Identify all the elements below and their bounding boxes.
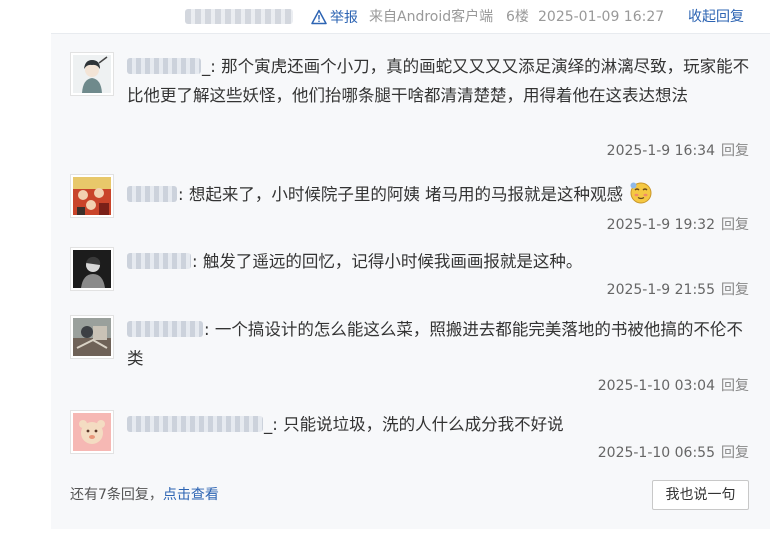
reply-time: 2025-1-9 16:34 [606, 143, 715, 159]
write-reply-button[interactable]: 我也说一句 [652, 480, 749, 510]
avatar[interactable] [70, 52, 114, 96]
reply-text: 想起来了，小时候院子里的阿姨 堵马用的马报就是这种观感 [188, 185, 624, 204]
reply-content: _: 只能说垃圾，洗的人什么成分我不好说 [127, 410, 752, 439]
username-suffix: _: [202, 57, 216, 76]
blurred-reply-username[interactable] [127, 252, 191, 269]
reply-text: 只能说垃圾，洗的人什么成分我不好说 [283, 415, 564, 434]
reply-content: : 想起来了，小时候院子里的阿姨 堵马用的马报就是这种观感 [127, 180, 752, 209]
reply-button[interactable]: 回复 [721, 282, 749, 298]
post-datetime: 2025-01-09 16:27 [538, 9, 665, 25]
blurred-reply-username[interactable] [127, 57, 201, 74]
reply-text: 那个寅虎还画个小刀，真的画蛇又又又又添足演绎的淋漓尽致，玩家能不比他更了解这些妖… [127, 57, 750, 105]
reply-meta: 2025-1-9 21:55 回复 [607, 279, 749, 299]
reply-time: 2025-1-9 21:55 [606, 282, 715, 298]
reply-button[interactable]: 回复 [721, 378, 749, 394]
reply-meta: 2025-1-10 06:55 回复 [598, 442, 749, 462]
reply-button[interactable]: 回复 [721, 217, 749, 233]
username-suffix: : [178, 185, 184, 204]
reply-time: 2025-1-10 03:04 [597, 378, 715, 394]
reply-content: _: 那个寅虎还画个小刀，真的画蛇又又又又添足演绎的淋漓尽致，玩家能不比他更了解… [127, 52, 752, 110]
username-suffix: : [204, 320, 210, 339]
blurred-reply-username[interactable] [127, 320, 203, 337]
username-suffix: _: [264, 415, 278, 434]
report-link[interactable]: 举报 [311, 8, 358, 26]
report-label: 举报 [330, 10, 358, 26]
reply-meta: 2025-1-9 19:32 回复 [607, 214, 749, 234]
reply-text: 一个搞设计的怎么能这么菜，照搬进去都能完美落地的书被他搞的不伦不类 [127, 320, 743, 368]
reply-button[interactable]: 回复 [721, 143, 749, 159]
avatar[interactable] [70, 174, 114, 218]
more-replies-row: 还有7条回复，点击查看 [70, 484, 219, 504]
collapse-replies-link[interactable]: 收起回复 [688, 8, 744, 26]
reply-text: 触发了遥远的回忆，记得小时候我画画报就是这种。 [202, 252, 583, 271]
blurred-username [185, 9, 293, 24]
reply-content: : 一个搞设计的怎么能这么菜，照搬进去都能完美落地的书被他搞的不伦不类 [127, 315, 752, 373]
client-info: 来自Android客户端 [369, 9, 494, 25]
reply-meta: 2025-1-10 03:04 回复 [598, 375, 749, 395]
shy-face-emoji-icon [630, 182, 652, 204]
floor-number: 6楼 [506, 9, 529, 25]
post-meta-bar: 举报 来自Android客户端 6楼 2025-01-09 16:27 收起回复 [0, 0, 770, 34]
reply-button[interactable]: 回复 [721, 445, 749, 461]
reply-time: 2025-1-9 19:32 [606, 217, 715, 233]
avatar[interactable] [70, 410, 114, 454]
view-more-link[interactable]: 点击查看 [163, 487, 219, 503]
username-suffix: : [192, 252, 198, 271]
blurred-reply-username[interactable] [127, 185, 177, 202]
avatar[interactable] [70, 315, 114, 359]
reply-time: 2025-1-10 06:55 [597, 445, 715, 461]
more-replies-text: 还有7条回复， [70, 487, 163, 503]
blurred-reply-username[interactable] [127, 415, 263, 432]
reply-meta: 2025-1-9 16:34 回复 [607, 140, 749, 160]
avatar[interactable] [70, 247, 114, 291]
warning-triangle-icon [311, 9, 327, 25]
reply-content: : 触发了遥远的回忆，记得小时候我画画报就是这种。 [127, 247, 752, 276]
